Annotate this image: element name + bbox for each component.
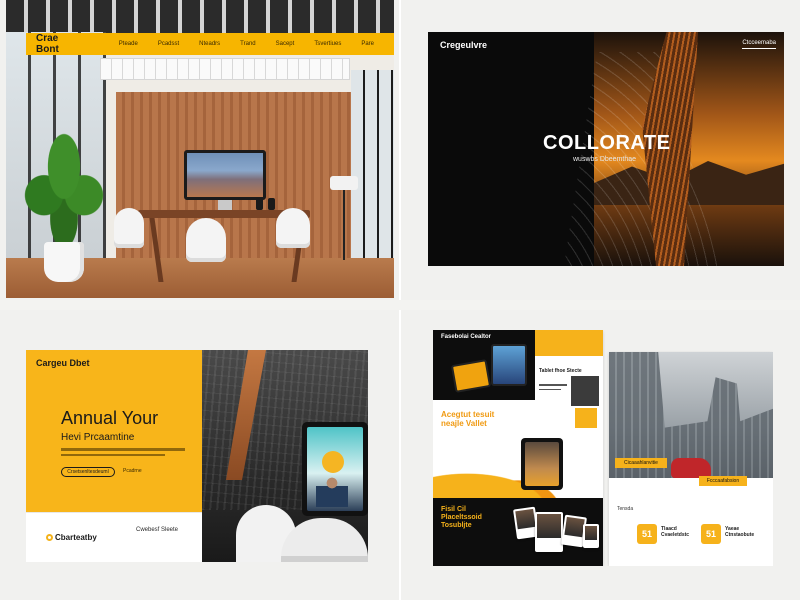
report-subtitle: Hevi Prcaamtine — [61, 432, 135, 443]
logo[interactable]: Cregeulvre — [440, 40, 487, 50]
person-image — [316, 477, 348, 507]
desktop-monitor — [184, 150, 266, 200]
text-line — [539, 384, 567, 386]
lamp-pole — [343, 190, 345, 260]
nav-item[interactable]: Tsvertiues — [314, 41, 341, 47]
city-button[interactable]: Cicaaahlanvitie — [615, 458, 667, 468]
feature-icon: 51 — [637, 524, 657, 544]
ceiling-light-panel — [100, 58, 350, 80]
annual-report-mockup: Cargeu Dbet Annual Your Hevi Prcaamtine … — [26, 350, 368, 562]
footer-contact: Cwebesf Sleete — [136, 527, 179, 533]
brochure-mockup: Fasebolai Cealtor Tablet fhoe Stecte Ace… — [433, 330, 773, 566]
office-website-mockup: Crae Bont Pteade Pcadsst Nteadrs Trand S… — [6, 0, 394, 298]
headline: Acegtut tesuit neajle Vallet — [441, 410, 495, 428]
photo-card — [583, 524, 599, 548]
horizontal-divider — [0, 300, 800, 310]
city-button-secondary[interactable]: Fcccaafabsion — [699, 476, 747, 486]
footer-title: Fisil Cil Placeltssoid Tosubljte — [441, 506, 482, 529]
brand-logo[interactable]: Crae Bont — [36, 33, 59, 55]
speaker-icon — [256, 198, 263, 210]
feature-label: Yaeae Ctnstaobute — [725, 526, 755, 538]
yellow-wave — [433, 448, 603, 498]
person-photo — [571, 376, 599, 406]
footer-logo[interactable]: Cbarteatby — [46, 533, 97, 542]
collorate-hero-mockup: Cregeulvre Ctcceemaba COLLORATE wuswbs D… — [428, 32, 784, 266]
nav-item[interactable]: Nteadrs — [199, 41, 220, 47]
body-text-lines — [61, 448, 191, 459]
footer-panel: Cbarteatby Cwebesf Sleete — [26, 512, 202, 562]
speaker-icon — [268, 198, 275, 210]
section-label: Tensda — [617, 506, 634, 512]
nav-item[interactable]: Pcadsst — [158, 41, 179, 47]
text-line — [539, 388, 562, 390]
panel-title: Tablet fhoe Stecte — [539, 368, 582, 374]
play-icon — [322, 451, 344, 473]
plant-pot — [44, 242, 84, 282]
section-title: Fasebolai Cealtor — [441, 334, 492, 340]
cta-button[interactable]: Crsetsenltesdeuml — [61, 467, 115, 477]
feature-icon: 51 — [701, 524, 721, 544]
yellow-square — [575, 408, 597, 428]
yellow-panel — [26, 350, 202, 512]
chair — [276, 208, 310, 248]
car — [671, 458, 711, 478]
nav-item[interactable]: Pare — [361, 41, 374, 47]
photo-card — [535, 512, 563, 552]
corner-label[interactable]: Ctcceemaba — [742, 40, 776, 49]
tablet-device — [491, 344, 527, 386]
report-title: Annual Your — [61, 408, 159, 428]
navbar: Crae Bont Pteade Pcadsst Nteadrs Trand S… — [26, 33, 394, 55]
hero-subtitle: wuswbs Dbeemthae — [573, 156, 637, 163]
secondary-link[interactable]: Pcadrne — [123, 468, 142, 474]
brand-logo[interactable]: Cargeu Dbet — [36, 358, 90, 368]
nav-item[interactable]: Trand — [240, 41, 255, 47]
tablet-screen — [525, 442, 559, 486]
monitor-stand — [218, 200, 232, 210]
chair — [186, 218, 226, 262]
nav-item[interactable]: Sacept — [276, 41, 295, 47]
feature-label: Tlaacd Cvaeletdstc — [661, 526, 690, 538]
chair — [114, 208, 144, 248]
floor-lamp — [330, 176, 358, 190]
hero-title: COLLORATE — [543, 132, 671, 154]
circle-logo-icon — [46, 534, 53, 542]
plant — [24, 132, 104, 247]
nav-item[interactable]: Pteade — [119, 41, 138, 47]
text-line — [61, 453, 165, 456]
panel-text-lines — [539, 384, 567, 393]
footer-logo-text: Cbarteatby — [55, 533, 97, 542]
text-line — [61, 448, 185, 451]
yellow-block — [535, 330, 603, 356]
